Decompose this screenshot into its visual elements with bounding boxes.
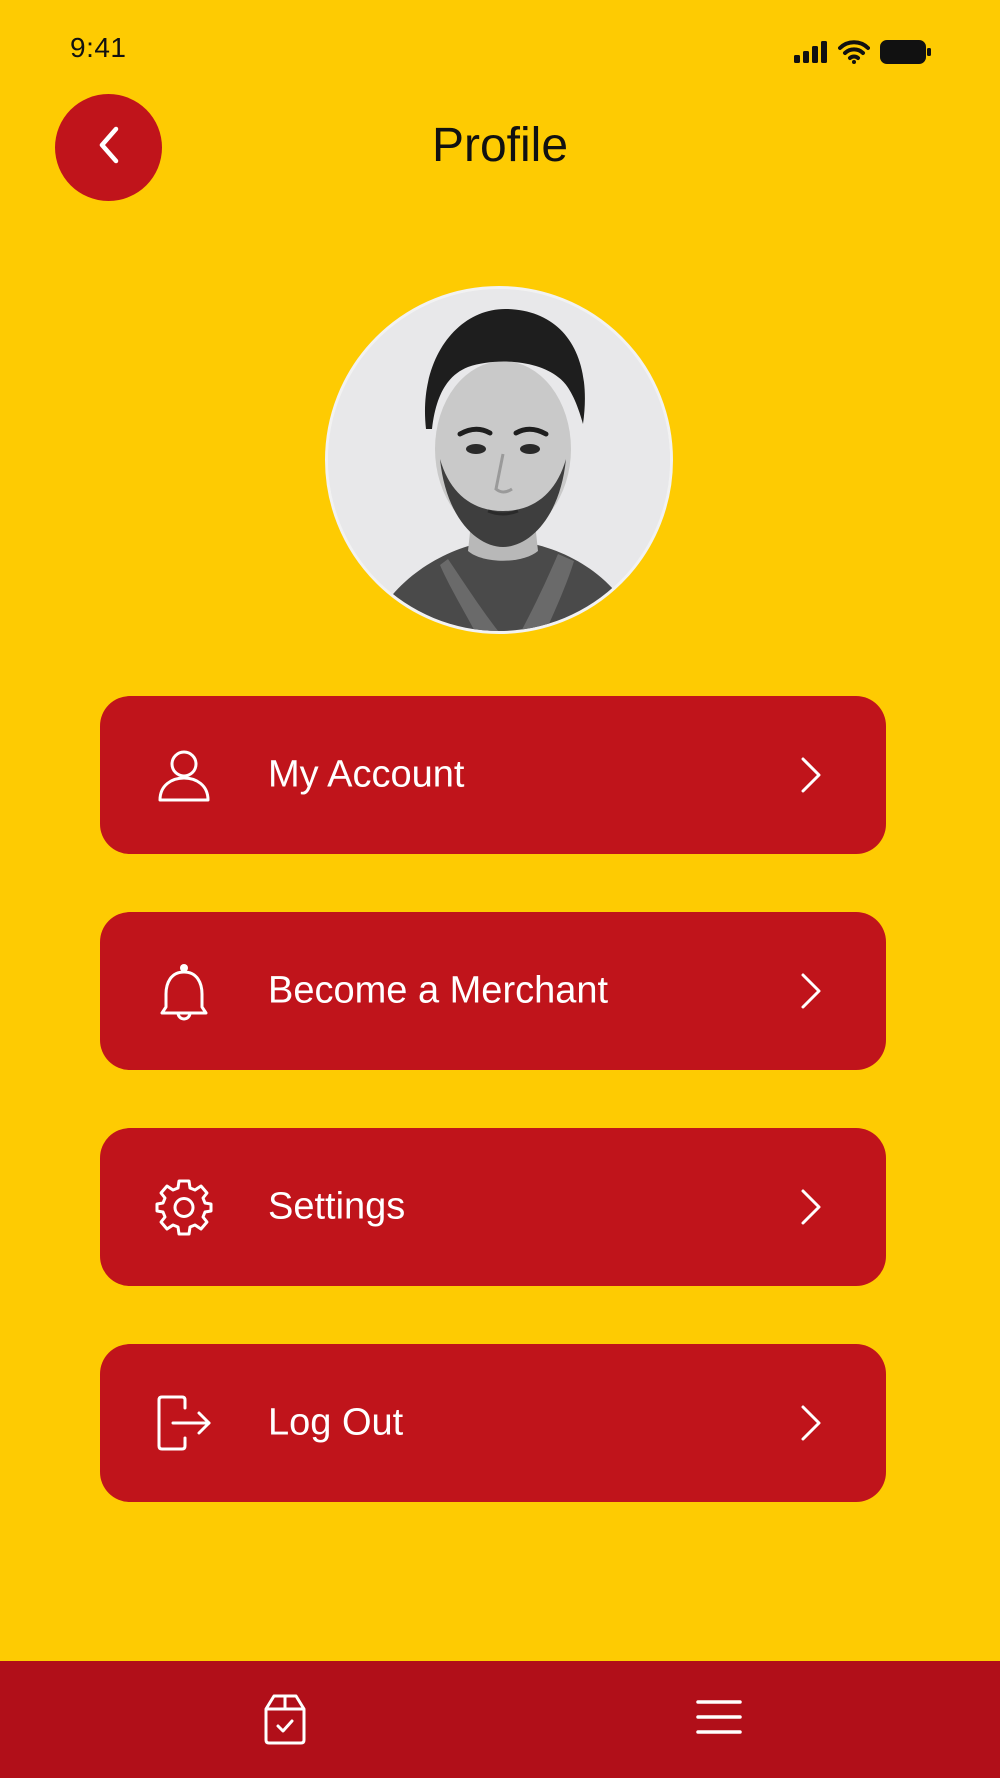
chevron-right-icon bbox=[796, 755, 826, 795]
nav-menu-button[interactable] bbox=[695, 1695, 743, 1743]
menu-item-label: Settings bbox=[268, 1185, 406, 1228]
user-icon bbox=[154, 745, 214, 805]
menu-item-label: My Account bbox=[268, 753, 465, 796]
avatar-photo bbox=[328, 289, 670, 631]
logout-icon bbox=[154, 1393, 214, 1453]
status-time: 9:41 bbox=[70, 32, 127, 63]
menu-item-become-merchant[interactable]: Become a Merchant bbox=[100, 912, 886, 1070]
chevron-right-icon bbox=[796, 1187, 826, 1227]
wifi-icon bbox=[838, 40, 870, 69]
signal-icon bbox=[794, 41, 828, 68]
chevron-right-icon bbox=[796, 1403, 826, 1443]
status-bar: 9:41 bbox=[0, 0, 1000, 100]
bell-icon bbox=[154, 961, 214, 1021]
battery-icon bbox=[880, 40, 932, 69]
gear-icon bbox=[154, 1177, 214, 1237]
menu-item-label: Become a Merchant bbox=[268, 969, 609, 1012]
avatar[interactable] bbox=[325, 286, 673, 634]
nav-orders-button[interactable] bbox=[259, 1693, 311, 1749]
package-check-icon bbox=[262, 1693, 308, 1750]
chevron-right-icon bbox=[796, 971, 826, 1011]
menu-item-my-account[interactable]: My Account bbox=[100, 696, 886, 854]
hamburger-menu-icon bbox=[696, 1698, 742, 1741]
status-icons bbox=[794, 40, 932, 69]
menu-item-label: Log Out bbox=[268, 1401, 404, 1444]
page-title: Profile bbox=[431, 119, 569, 172]
bottom-nav-bar bbox=[0, 1661, 1000, 1778]
menu-item-log-out[interactable]: Log Out bbox=[100, 1344, 886, 1502]
menu-item-settings[interactable]: Settings bbox=[100, 1128, 886, 1286]
